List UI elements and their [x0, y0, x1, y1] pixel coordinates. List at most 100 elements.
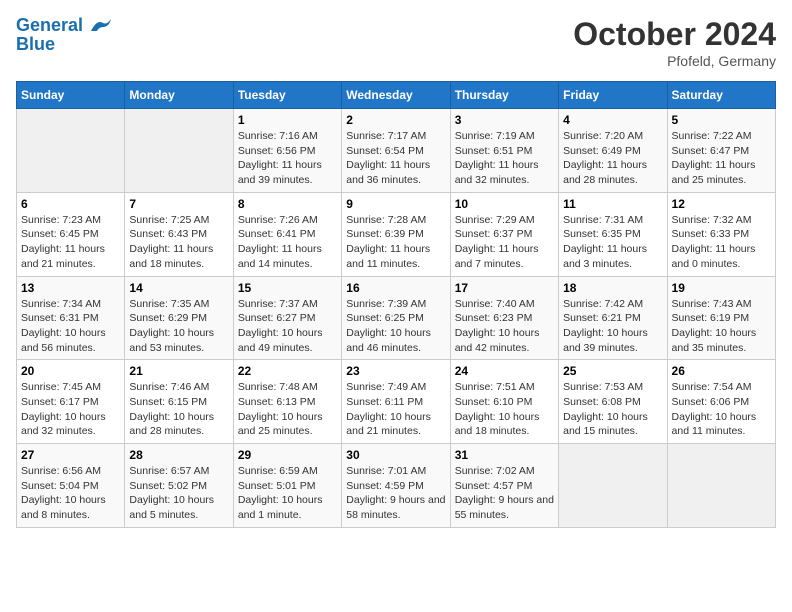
week-row-3: 13 Sunrise: 7:34 AMSunset: 6:31 PMDayligh… [17, 276, 776, 360]
day-number: 22 [238, 364, 337, 378]
day-number: 17 [455, 281, 554, 295]
week-row-1: 1 Sunrise: 7:16 AMSunset: 6:56 PMDaylight… [17, 109, 776, 193]
logo-text: General [16, 16, 112, 36]
calendar-cell: 26 Sunrise: 7:54 AMSunset: 6:06 PMDayligh… [667, 360, 775, 444]
day-number: 12 [672, 197, 771, 211]
day-info: Sunrise: 7:39 AMSunset: 6:25 PMDaylight:… [346, 297, 445, 356]
day-info: Sunrise: 7:20 AMSunset: 6:49 PMDaylight:… [563, 129, 662, 188]
day-info: Sunrise: 7:16 AMSunset: 6:56 PMDaylight:… [238, 129, 337, 188]
calendar-cell: 6Sunrise: 7:23 AMSunset: 6:45 PMDaylight… [17, 192, 125, 276]
day-number: 26 [672, 364, 771, 378]
day-info: Sunrise: 7:17 AMSunset: 6:54 PMDaylight:… [346, 129, 445, 188]
day-number: 15 [238, 281, 337, 295]
day-number: 31 [455, 448, 554, 462]
day-info: Sunrise: 7:34 AMSunset: 6:31 PMDaylight:… [21, 297, 120, 356]
calendar-cell [559, 444, 667, 528]
title-block: October 2024 Pfofeld, Germany [573, 16, 776, 69]
calendar-cell: 25 Sunrise: 7:53 AMSunset: 6:08 PMDayligh… [559, 360, 667, 444]
day-number: 30 [346, 448, 445, 462]
day-number: 9 [346, 197, 445, 211]
day-info: Sunrise: 7:32 AMSunset: 6:33 PMDaylight:… [672, 213, 771, 272]
day-number: 11 [563, 197, 662, 211]
calendar-cell: 19 Sunrise: 7:43 AMSunset: 6:19 PMDayligh… [667, 276, 775, 360]
day-info: Sunrise: 7:37 AMSunset: 6:27 PMDaylight:… [238, 297, 337, 356]
day-info: Sunrise: 7:31 AMSunset: 6:35 PMDaylight:… [563, 213, 662, 272]
calendar-cell: 31 Sunrise: 7:02 AMSunset: 4:57 PMDayligh… [450, 444, 558, 528]
day-info: Sunrise: 7:19 AMSunset: 6:51 PMDaylight:… [455, 129, 554, 188]
day-number: 1 [238, 113, 337, 127]
day-info: Sunrise: 7:43 AMSunset: 6:19 PMDaylight:… [672, 297, 771, 356]
day-info: Sunrise: 7:25 AMSunset: 6:43 PMDaylight:… [129, 213, 228, 272]
day-number: 29 [238, 448, 337, 462]
day-info: Sunrise: 7:02 AMSunset: 4:57 PMDaylight:… [455, 464, 554, 523]
calendar-cell: 3 Sunrise: 7:19 AMSunset: 6:51 PMDaylight… [450, 109, 558, 193]
day-info: Sunrise: 7:40 AMSunset: 6:23 PMDaylight:… [455, 297, 554, 356]
week-row-2: 6Sunrise: 7:23 AMSunset: 6:45 PMDaylight… [17, 192, 776, 276]
calendar-cell: 1 Sunrise: 7:16 AMSunset: 6:56 PMDaylight… [233, 109, 341, 193]
day-number: 27 [21, 448, 120, 462]
day-number: 8 [238, 197, 337, 211]
calendar-cell: 22Sunrise: 7:48 AMSunset: 6:13 PMDayligh… [233, 360, 341, 444]
day-number: 14 [129, 281, 228, 295]
day-info: Sunrise: 7:45 AMSunset: 6:17 PMDaylight:… [21, 380, 120, 439]
weekday-header-sunday: Sunday [17, 82, 125, 109]
calendar-cell [125, 109, 233, 193]
day-number: 4 [563, 113, 662, 127]
calendar-cell: 23 Sunrise: 7:49 AMSunset: 6:11 PMDayligh… [342, 360, 450, 444]
day-number: 25 [563, 364, 662, 378]
location: Pfofeld, Germany [573, 53, 776, 69]
calendar-cell: 8Sunrise: 7:26 AMSunset: 6:41 PMDaylight… [233, 192, 341, 276]
day-info: Sunrise: 7:22 AMSunset: 6:47 PMDaylight:… [672, 129, 771, 188]
calendar-cell: 11 Sunrise: 7:31 AMSunset: 6:35 PMDayligh… [559, 192, 667, 276]
calendar-cell: 10 Sunrise: 7:29 AMSunset: 6:37 PMDayligh… [450, 192, 558, 276]
day-info: Sunrise: 7:53 AMSunset: 6:08 PMDaylight:… [563, 380, 662, 439]
weekday-header-wednesday: Wednesday [342, 82, 450, 109]
calendar-cell: 12 Sunrise: 7:32 AMSunset: 6:33 PMDayligh… [667, 192, 775, 276]
day-number: 28 [129, 448, 228, 462]
logo: General Blue [16, 16, 112, 55]
day-info: Sunrise: 7:49 AMSunset: 6:11 PMDaylight:… [346, 380, 445, 439]
day-number: 6 [21, 197, 120, 211]
calendar-cell: 4 Sunrise: 7:20 AMSunset: 6:49 PMDaylight… [559, 109, 667, 193]
day-number: 23 [346, 364, 445, 378]
day-info: Sunrise: 7:35 AMSunset: 6:29 PMDaylight:… [129, 297, 228, 356]
day-number: 24 [455, 364, 554, 378]
calendar-cell: 21Sunrise: 7:46 AMSunset: 6:15 PMDayligh… [125, 360, 233, 444]
day-number: 20 [21, 364, 120, 378]
weekday-header-tuesday: Tuesday [233, 82, 341, 109]
week-row-5: 27 Sunrise: 6:56 AMSunset: 5:04 PMDayligh… [17, 444, 776, 528]
day-info: Sunrise: 7:54 AMSunset: 6:06 PMDaylight:… [672, 380, 771, 439]
calendar-cell [667, 444, 775, 528]
month-title: October 2024 [573, 16, 776, 53]
calendar-cell: 27 Sunrise: 6:56 AMSunset: 5:04 PMDayligh… [17, 444, 125, 528]
day-number: 10 [455, 197, 554, 211]
day-number: 3 [455, 113, 554, 127]
day-number: 19 [672, 281, 771, 295]
day-info: Sunrise: 7:29 AMSunset: 6:37 PMDaylight:… [455, 213, 554, 272]
calendar-cell: 13 Sunrise: 7:34 AMSunset: 6:31 PMDayligh… [17, 276, 125, 360]
day-number: 13 [21, 281, 120, 295]
day-info: Sunrise: 6:59 AMSunset: 5:01 PMDaylight:… [238, 464, 337, 523]
day-number: 2 [346, 113, 445, 127]
day-info: Sunrise: 7:28 AMSunset: 6:39 PMDaylight:… [346, 213, 445, 272]
day-info: Sunrise: 7:01 AMSunset: 4:59 PMDaylight:… [346, 464, 445, 523]
calendar-cell: 5 Sunrise: 7:22 AMSunset: 6:47 PMDaylight… [667, 109, 775, 193]
weekday-header-row: SundayMondayTuesdayWednesdayThursdayFrid… [17, 82, 776, 109]
weekday-header-monday: Monday [125, 82, 233, 109]
weekday-header-saturday: Saturday [667, 82, 775, 109]
calendar-cell: 17 Sunrise: 7:40 AMSunset: 6:23 PMDayligh… [450, 276, 558, 360]
day-info: Sunrise: 7:42 AMSunset: 6:21 PMDaylight:… [563, 297, 662, 356]
day-number: 18 [563, 281, 662, 295]
weekday-header-friday: Friday [559, 82, 667, 109]
day-info: Sunrise: 6:56 AMSunset: 5:04 PMDaylight:… [21, 464, 120, 523]
calendar-cell: 18 Sunrise: 7:42 AMSunset: 6:21 PMDayligh… [559, 276, 667, 360]
calendar-table: SundayMondayTuesdayWednesdayThursdayFrid… [16, 81, 776, 528]
calendar-cell [17, 109, 125, 193]
day-info: Sunrise: 6:57 AMSunset: 5:02 PMDaylight:… [129, 464, 228, 523]
calendar-cell: 9 Sunrise: 7:28 AMSunset: 6:39 PMDaylight… [342, 192, 450, 276]
logo-bird-icon [89, 17, 111, 35]
day-number: 5 [672, 113, 771, 127]
day-info: Sunrise: 7:51 AMSunset: 6:10 PMDaylight:… [455, 380, 554, 439]
calendar-cell: 2 Sunrise: 7:17 AMSunset: 6:54 PMDaylight… [342, 109, 450, 193]
calendar-cell: 24 Sunrise: 7:51 AMSunset: 6:10 PMDayligh… [450, 360, 558, 444]
